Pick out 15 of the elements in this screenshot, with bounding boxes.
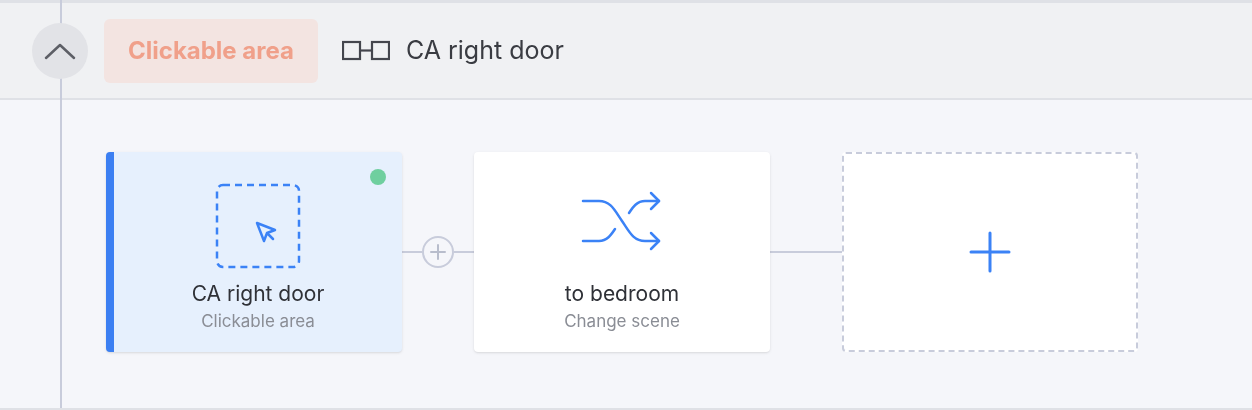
chevron-up-icon (44, 41, 76, 60)
step-title: CA right door (191, 280, 325, 307)
header-title: CA right door (405, 33, 564, 67)
plus-icon (430, 244, 446, 260)
add-step-button[interactable] (842, 152, 1138, 352)
step-subtitle: Change scene (564, 310, 680, 332)
step-card[interactable]: CA right door Clickable area (106, 152, 402, 352)
step-title: to bedroom (564, 280, 680, 307)
linked-squares-icon (341, 39, 390, 62)
plus-icon (969, 231, 1011, 273)
insert-step-button[interactable] (422, 236, 454, 268)
step-subtitle: Clickable area (201, 310, 315, 332)
step-card[interactable]: to bedroom Change scene (474, 152, 770, 352)
dashed-cursor-icon (215, 182, 301, 269)
type-badge: Clickable area (104, 18, 318, 83)
